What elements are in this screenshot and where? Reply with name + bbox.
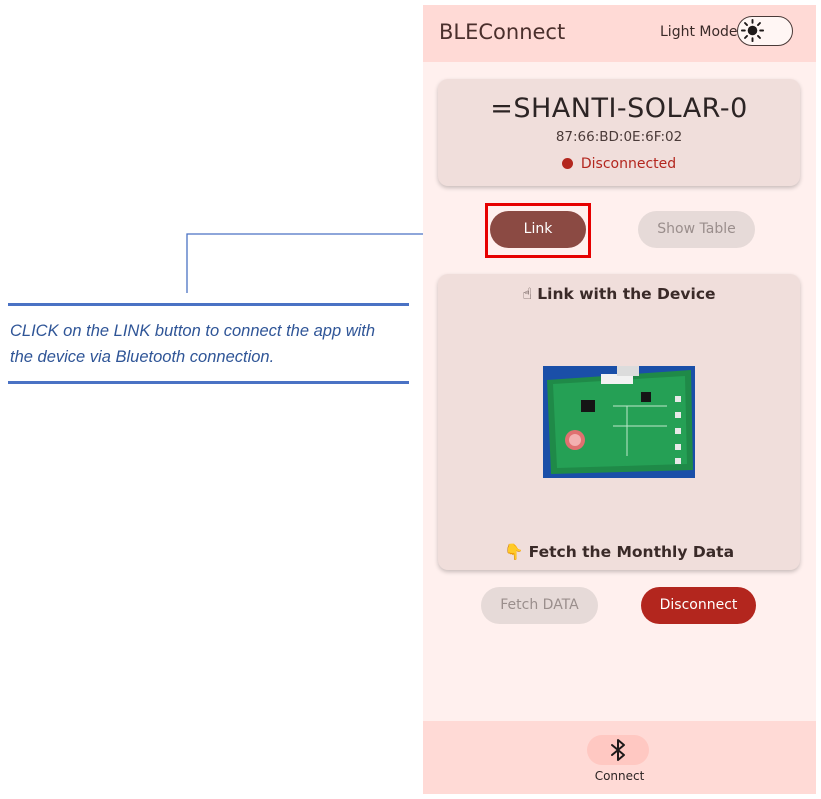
- mode-label: Light Mode: [660, 24, 738, 40]
- nav-item-connect[interactable]: [587, 735, 649, 765]
- bluetooth-icon: [611, 739, 625, 761]
- phone-screen: BLEConnect Light Mode =SHANTI-SOLAR-0 87…: [423, 5, 816, 794]
- theme-toggle[interactable]: [737, 16, 793, 46]
- disconnect-button[interactable]: Disconnect: [641, 587, 756, 624]
- show-table-button[interactable]: Show Table: [638, 211, 755, 248]
- nav-item-connect-label: Connect: [594, 769, 645, 783]
- annotation-line-2: the device via Bluetooth connection.: [10, 348, 275, 366]
- annotation-line-1: CLICK on the LINK button to connect the …: [10, 322, 376, 340]
- status-text: Disconnected: [580, 156, 677, 172]
- device-mac-address: 87:66:BD:0E:6F:02: [555, 129, 683, 145]
- status-dot-icon: [561, 158, 573, 169]
- fetch-data-heading: 👇 Fetch the Monthly Data: [503, 543, 735, 561]
- app-title: BLEConnect: [439, 20, 566, 44]
- device-name: =SHANTI-SOLAR-0: [490, 93, 748, 124]
- sun-icon: [740, 18, 765, 43]
- fetch-data-button[interactable]: Fetch DATA: [481, 587, 598, 624]
- link-device-heading: ☝ Link with the Device: [522, 285, 716, 303]
- device-info-card: =SHANTI-SOLAR-0 87:66:BD:0E:6F:02 Discon…: [438, 79, 800, 186]
- app-header: BLEConnect Light Mode: [423, 5, 816, 62]
- link-button-highlight: [485, 203, 591, 258]
- bottom-navigation: Connect: [423, 721, 816, 794]
- annotation-text: CLICK on the LINK button to connect the …: [10, 318, 405, 370]
- annotation-rule-top: [8, 303, 409, 306]
- instruction-card: ☝ Link with the Device 👇 Fetch the Month…: [438, 274, 800, 570]
- annotation-rule-bottom: [8, 381, 409, 384]
- connection-status: Disconnected: [438, 156, 800, 172]
- circuit-board-image: [543, 366, 695, 478]
